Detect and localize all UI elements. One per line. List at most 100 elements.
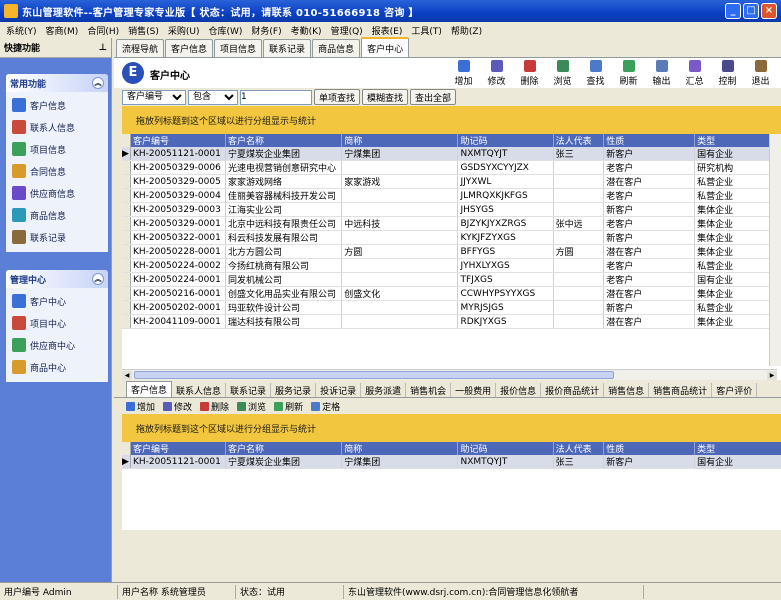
menu-item-4[interactable]: 采购(U) [168,24,200,37]
table-row[interactable]: KH-20050329-0001 北京中远科技有限责任公司 中远科技 BJZYKJYX… [122,216,781,231]
show-all-button[interactable]: 查出全部 [410,89,457,105]
grid-horizontal-scrollbar[interactable]: ◀ ▶ [122,369,777,380]
detail-tab-2[interactable]: 联系记录 [226,383,272,397]
menu-item-9[interactable]: 报表(E) [372,24,403,37]
detail-tab-7[interactable]: 一般费用 [451,383,497,397]
toolbar-button-3[interactable]: 浏览 [546,59,579,87]
maximize-button[interactable]: □ [743,3,759,19]
table-row[interactable]: KH-20050202-0001 玛亚软件设计公司 MYRJSJGS 新客户 私营企业 [122,300,781,315]
toolbar-button-6[interactable]: 输出 [645,59,678,87]
detail-toolbar-button-2[interactable]: 删除 [200,400,229,413]
column-header[interactable]: 法人代表 [553,442,605,455]
sidebar-item[interactable]: 合同信息 [12,160,108,182]
detail-toolbar-button-4[interactable]: 刷新 [274,400,303,413]
table-row[interactable]: KH-20050329-0005 家家游戏网络 家家游戏 JJYXWL 潜在客户 私营企业 [122,174,781,189]
close-button[interactable]: × [761,3,777,19]
detail-tab-4[interactable]: 投诉记录 [316,383,362,397]
menu-item-1[interactable]: 客商(M) [46,24,79,37]
detail-group-by-area[interactable]: 拖放列标题到这个区域以进行分组显示与统计 [122,414,781,442]
column-header[interactable]: 性质 [603,442,696,455]
detail-tab-11[interactable]: 销售商品统计 [649,383,713,397]
detail-tab-1[interactable]: 联系人信息 [172,383,227,397]
column-header[interactable]: 法人代表 [553,134,605,147]
column-header[interactable]: 简称 [341,134,459,147]
tab-2[interactable]: 项目信息 [214,39,263,57]
table-row[interactable]: KH-20050329-0004 佳丽美容器械科技开发公司 JLMRQXKJKFGS… [122,188,781,203]
column-header[interactable]: 客户名称 [225,442,343,455]
detail-tab-10[interactable]: 销售信息 [604,383,650,397]
menu-item-11[interactable]: 帮助(Z) [451,24,482,37]
detail-tab-3[interactable]: 服务记录 [271,383,317,397]
sidebar-item[interactable]: 商品信息 [12,204,108,226]
single-search-button[interactable]: 单项查找 [314,89,361,105]
table-row[interactable]: KH-20050322-0001 科云科技发展有限公司 KYKJFZYXGS 新客户集… [122,230,781,245]
detail-tab-6[interactable]: 销售机会 [406,383,452,397]
sidebar-item[interactable]: 供应商信息 [12,182,108,204]
detail-tab-5[interactable]: 服务派遣 [361,383,407,397]
sidebar-item[interactable]: 项目信息 [12,138,108,160]
tab-0[interactable]: 流程导航 [116,39,165,57]
toolbar-button-4[interactable]: 查找 [579,59,612,87]
toolbar-button-8[interactable]: 控制 [711,59,744,87]
menu-item-10[interactable]: 工具(T) [411,24,442,37]
detail-tab-0[interactable]: 客户信息 [126,381,173,397]
toolbar-button-7[interactable]: 汇总 [678,59,711,87]
table-row[interactable]: ▶ KH-20051121-0001 宁夏煤炭企业集团 宁煤集团 NXMTQYJT 张三新… [122,147,781,161]
column-header[interactable]: 简称 [341,442,459,455]
toolbar-button-0[interactable]: 增加 [447,59,480,87]
detail-tab-8[interactable]: 报价信息 [496,383,542,397]
tab-3[interactable]: 联系记录 [263,39,312,57]
table-row[interactable]: KH-20050329-0003 江海实业公司 JHSYGS 新客户 集体企业 [122,202,781,217]
grid-vertical-scrollbar[interactable] [769,134,781,366]
sidebar-item[interactable]: 供应商中心 [12,334,108,356]
sidebar-panel-header[interactable]: 常用功能 ︽ [6,74,108,92]
sidebar-item[interactable]: 客户信息 [12,94,108,116]
sidebar-item[interactable]: 商品中心 [12,356,108,378]
fuzzy-search-button[interactable]: 模糊查找 [362,89,409,105]
sidebar-item[interactable]: 项目中心 [12,312,108,334]
sidebar-panel-header[interactable]: 管理中心 ︽ [6,270,108,288]
toolbar-button-2[interactable]: 删除 [513,59,546,87]
table-row[interactable]: KH-20050224-0002 今扬红桃商有限公司 JYHXLYXGS 老客户 私营企… [122,258,781,273]
menu-item-5[interactable]: 仓库(W) [209,24,243,37]
scroll-left-icon[interactable]: ◀ [122,371,132,380]
table-row[interactable]: KH-20050329-0006 光速电视营销创意研究中心 GSDSYXCYYJZX… [122,160,781,175]
toolbar-button-5[interactable]: 刷新 [612,59,645,87]
sidebar-item[interactable]: 联系人信息 [12,116,108,138]
column-header[interactable]: 性质 [603,134,696,147]
column-header[interactable]: 助记码 [457,442,554,455]
search-input[interactable] [240,89,312,105]
menu-item-8[interactable]: 管理(Q) [331,24,363,37]
toolbar-button-1[interactable]: 修改 [480,59,513,87]
menu-item-6[interactable]: 财务(F) [251,24,281,37]
collapse-chevron-icon[interactable]: ︽ [92,77,104,89]
search-field-select[interactable]: 客户编号 [122,89,186,105]
menu-item-7[interactable]: 考勤(K) [291,24,322,37]
table-row[interactable]: ▶ KH-20051121-0001 宁夏煤炭企业集团 宁煤集团 NXMTQYJT 张三新… [122,455,781,469]
search-operator-select[interactable]: 包含 [188,89,238,105]
menu-item-3[interactable]: 销售(S) [128,24,159,37]
column-header[interactable]: 客户编号 [130,134,227,147]
tab-1[interactable]: 客户信息 [165,39,214,57]
tab-4[interactable]: 商品信息 [312,39,361,57]
toolbar-button-9[interactable]: 退出 [744,59,777,87]
menu-item-0[interactable]: 系统(Y) [6,24,37,37]
collapse-chevron-icon[interactable]: ︽ [92,273,104,285]
table-row[interactable]: KH-20050228-0001 北方方圆公司 方圆 BFFYGS 方圆 潜在客户 集体企业 [122,244,781,259]
detail-tab-9[interactable]: 报价商品统计 [541,383,605,397]
menu-item-2[interactable]: 合同(H) [87,24,119,37]
detail-tab-12[interactable]: 客户评价 [712,383,758,397]
scroll-right-icon[interactable]: ▶ [767,371,777,380]
table-row[interactable]: KH-20050216-0001 创盛文化用品实业有限公司 创盛文化 CCWHYPSY… [122,286,781,301]
minimize-button[interactable]: _ [725,3,741,19]
table-row[interactable]: KH-20050224-0001 同发机械公司 TFJXGS 老客户 国有企业 [122,272,781,287]
sidebar-item[interactable]: 客户中心 [12,290,108,312]
column-header[interactable]: 类型 [694,442,781,455]
detail-toolbar-button-5[interactable]: 定格 [311,400,340,413]
detail-toolbar-button-0[interactable]: 增加 [126,400,155,413]
table-row[interactable]: KH-20041109-0001 瑞达科技有限公司 RDKJYXGS 潜在客户 集体企业 [122,314,781,329]
detail-toolbar-button-1[interactable]: 修改 [163,400,192,413]
sidebar-item[interactable]: 联系记录 [12,226,108,248]
group-by-area[interactable]: 拖放列标题到这个区域以进行分组显示与统计 [122,106,781,134]
column-header[interactable]: 助记码 [457,134,554,147]
